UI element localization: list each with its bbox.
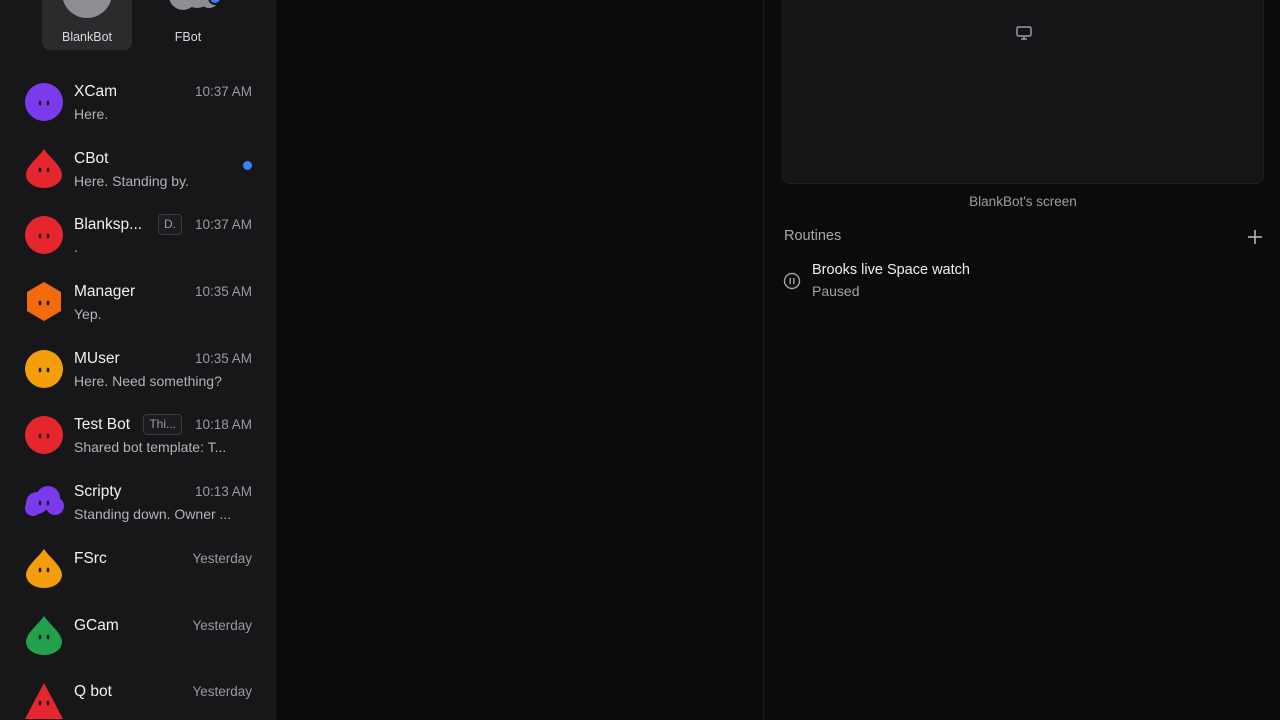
chat-tag-badge: D. [158,214,182,236]
chat-item-muser[interactable]: MUser Here. Need something? 10:35 AM [0,336,275,403]
chat-item-scripty[interactable]: Scripty Standing down. Owner ... 10:13 AM [0,469,275,536]
pinned-bots: BlankBot FBot [0,0,275,56]
chat-preview: Yep. [74,306,102,323]
chat-timestamp: 10:13 AM [194,484,252,500]
circle-avatar-icon [25,83,63,121]
drop-avatar-icon [26,548,62,588]
chat-preview: Standing down. Owner ... [74,506,232,523]
chat-name: Scripty [74,483,122,501]
unread-indicator [243,160,252,170]
plus-icon[interactable] [1244,226,1266,248]
bot-avatar-icon [63,0,111,18]
chat-preview: Here. [74,106,109,122]
chat-timestamp: 10:35 AM [194,350,252,366]
chat-item-test-bot[interactable]: Test Bot Shared bot template: T... 10:18 A… [0,402,275,469]
bot-screen-preview[interactable] [782,0,1264,184]
chat-timestamp: Yesterday [192,617,252,633]
chat-item-q-bot[interactable]: Q bot Yesterday [0,669,275,720]
routines-heading: Routines [784,228,842,244]
circle-avatar-icon [25,349,63,388]
chat-name: GCam [74,616,119,634]
cloud-avatar-icon [169,0,222,10]
conversation-pane [276,0,764,720]
chat-timestamp: Yesterday [192,550,252,566]
chat-item-manager[interactable]: Manager Yep. 10:35 AM [0,269,275,336]
chat-timestamp: 10:35 AM [194,284,252,300]
chat-name: Q bot [74,683,112,701]
pinned-bot-fbot[interactable]: FBot [143,0,233,50]
chat-timestamp: Yesterday [192,684,252,700]
chat-tag-badge: Thi... [143,414,182,436]
chat-item-blanksp[interactable]: Blanksp.... 10:37 AM D. [0,202,275,269]
routine-item[interactable]: Brooks live Space watch Paused [782,260,1182,304]
sidebar: BlankBot FBot XCam Here. 10:37 AM CBot Here.… [0,0,276,720]
chat-list: XCam Here. 10:37 AM CBot Here. Standing by. B… [0,69,275,720]
chat-timestamp: 10:37 AM [194,217,252,233]
pause-circle-icon[interactable] [782,271,802,291]
chat-name: FSrc [74,549,107,567]
chat-item-xcam[interactable]: XCam Here. 10:37 AM [0,69,275,136]
chat-name: Test Bot [74,416,130,434]
bot-details-panel: BlankBot's screen Routines Brooks live S… [764,0,1280,720]
screen-caption: BlankBot's screen [969,194,1077,209]
chat-name: MUser [74,349,120,367]
routine-name: Brooks live Space watch [812,262,970,278]
circle-avatar-icon [25,416,63,455]
chat-timestamp: 10:37 AM [194,84,252,99]
pinned-bot-blankbot[interactable]: BlankBot [42,0,132,50]
drop-avatar-icon [26,615,62,655]
chat-item-gcam[interactable]: GCam Yesterday [0,603,275,670]
chat-item-fsrc[interactable]: FSrc Yesterday [0,536,275,603]
chat-preview: Here. Standing by. [74,172,189,189]
chat-preview: Here. Need something? [74,372,222,389]
hexagon-avatar-icon [27,282,61,322]
chat-name: XCam [74,83,118,100]
monitor-icon [1016,26,1032,40]
pinned-bot-label: FBot [174,30,202,44]
chat-timestamp: 10:18 AM [194,417,252,433]
chat-name: Manager [74,283,136,301]
chat-preview: . [74,239,78,256]
pinned-bot-label: BlankBot [61,30,113,44]
chat-item-cbot[interactable]: CBot Here. Standing by. [0,136,275,203]
chat-name: CBot [74,149,109,167]
chat-preview: Shared bot template: T... [74,439,227,456]
drop-avatar-icon [26,148,62,188]
cloud-avatar-icon [25,486,64,517]
circle-avatar-icon [25,216,63,255]
routine-status: Paused [812,283,860,299]
chat-name: Blanksp... [74,216,143,234]
triangle-avatar-icon [25,683,63,720]
